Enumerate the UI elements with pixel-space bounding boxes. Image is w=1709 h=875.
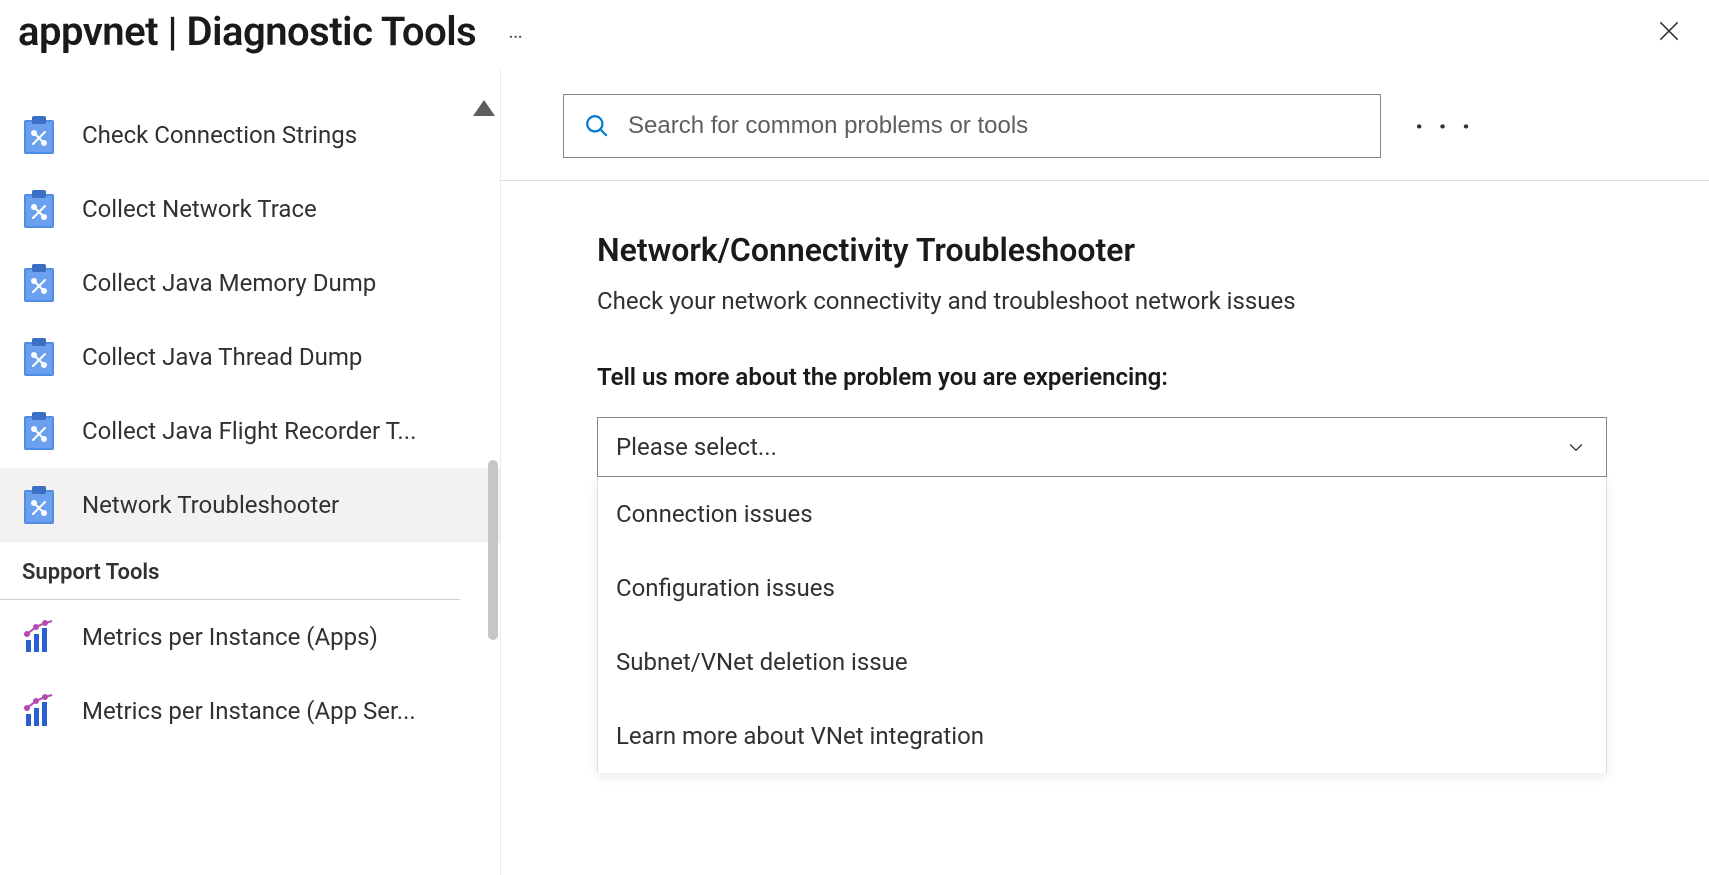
content-description: Check your network connectivity and trou… <box>597 287 1639 315</box>
problem-select[interactable]: Please select... <box>597 417 1607 477</box>
prompt-label: Tell us more about the problem you are e… <box>597 363 1639 391</box>
close-icon <box>1656 18 1682 44</box>
sidebar-item-network-troubleshooter[interactable]: Network Troubleshooter <box>0 468 500 542</box>
sidebar-item-label: Collect Java Memory Dump <box>82 269 376 297</box>
select-placeholder: Please select... <box>616 433 777 461</box>
scroll-up-arrow[interactable] <box>473 100 495 116</box>
main-panel: · · · Network/Connectivity Troubleshoote… <box>500 70 1709 875</box>
sidebar-section-header: Support Tools <box>0 542 460 600</box>
sidebar: Check Connection Strings Collect Network… <box>0 70 500 875</box>
content-title: Network/Connectivity Troubleshooter <box>597 231 1639 269</box>
sidebar-item-collect-network-trace[interactable]: Collect Network Trace <box>0 172 500 246</box>
sidebar-item-label: Collect Network Trace <box>82 195 317 223</box>
sidebar-item-collect-java-memory-dump[interactable]: Collect Java Memory Dump <box>0 246 500 320</box>
search-bar: · · · <box>501 70 1709 181</box>
search-more-button[interactable]: · · · <box>1407 110 1482 143</box>
clipboard-tools-icon <box>22 189 56 229</box>
page-title: appvnet | Diagnostic Tools <box>18 8 476 55</box>
dropdown-option-subnet-vnet-deletion-issue[interactable]: Subnet/VNet deletion issue <box>598 625 1606 699</box>
search-icon <box>584 113 610 139</box>
search-input[interactable] <box>628 112 1360 140</box>
sidebar-item-collect-java-flight-recorder-t[interactable]: Collect Java Flight Recorder T... <box>0 394 500 468</box>
content-area: Network/Connectivity Troubleshooter Chec… <box>501 181 1709 773</box>
clipboard-tools-icon <box>22 337 56 377</box>
header-more-button[interactable]: … <box>508 19 525 44</box>
sidebar-item-check-connection-strings[interactable]: Check Connection Strings <box>0 98 500 172</box>
metrics-icon <box>22 694 56 728</box>
support-item-label: Metrics per Instance (Apps) <box>82 623 378 651</box>
chevron-down-icon <box>1566 437 1586 457</box>
metrics-icon <box>22 620 56 654</box>
scrollbar-thumb[interactable] <box>488 460 498 640</box>
support-item-label: Metrics per Instance (App Ser... <box>82 697 416 725</box>
clipboard-tools-icon <box>22 485 56 525</box>
sidebar-item-label: Check Connection Strings <box>82 121 357 149</box>
clipboard-tools-icon <box>22 263 56 303</box>
sidebar-item-collect-java-thread-dump[interactable]: Collect Java Thread Dump <box>0 320 500 394</box>
close-button[interactable] <box>1653 15 1685 47</box>
support-item-metrics-per-instance-apps[interactable]: Metrics per Instance (Apps) <box>0 600 500 674</box>
dropdown-option-configuration-issues[interactable]: Configuration issues <box>598 551 1606 625</box>
search-box[interactable] <box>563 94 1381 158</box>
support-item-metrics-per-instance-app-ser[interactable]: Metrics per Instance (App Ser... <box>0 674 500 748</box>
page-header: appvnet | Diagnostic Tools … <box>0 0 1709 70</box>
problem-dropdown: Connection issuesConfiguration issuesSub… <box>597 477 1607 773</box>
sidebar-item-label: Collect Java Thread Dump <box>82 343 362 371</box>
dropdown-option-connection-issues[interactable]: Connection issues <box>598 477 1606 551</box>
sidebar-item-label: Collect Java Flight Recorder T... <box>82 417 416 445</box>
dropdown-option-learn-more-about-vnet-integration[interactable]: Learn more about VNet integration <box>598 699 1606 773</box>
clipboard-tools-icon <box>22 115 56 155</box>
clipboard-tools-icon <box>22 411 56 451</box>
sidebar-item-label: Network Troubleshooter <box>82 491 339 519</box>
